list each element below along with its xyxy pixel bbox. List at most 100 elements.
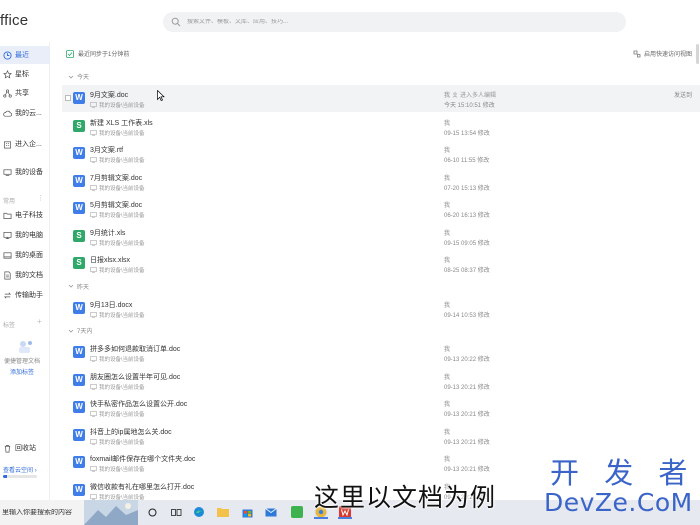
file-location-text: 我的设备\当前设备	[99, 439, 145, 446]
sidebar-item-label: 最近	[15, 52, 29, 59]
sidebar-item-my-desktop[interactable]: 我的桌面	[0, 246, 50, 264]
file-name[interactable]: 9月统计.xls	[90, 228, 125, 238]
file-owner: 我	[444, 93, 451, 99]
file-modified-time: 08-25 08:37 修改	[444, 268, 490, 274]
sidebar-item-label: 我的云...	[15, 110, 42, 117]
group-label: 昨天	[77, 284, 90, 291]
file-name[interactable]: foxmail邮件保存在哪个文件夹.doc	[90, 454, 195, 464]
file-owner: 我	[444, 148, 451, 154]
send-to-button[interactable]: 发送到	[674, 90, 692, 99]
file-owner: 我	[444, 258, 451, 264]
file-location-text: 我的设备\当前设备	[99, 213, 145, 219]
group-header[interactable]: 7天内	[68, 326, 92, 335]
file-row[interactable]: W 拼多多如何退款取消订单.doc 我的设备\当前设备 我 09-13 20:22 修改	[62, 339, 700, 366]
file-row[interactable]: W 9月文案.doc 我的设备\当前设备 我 进入多人编辑 今天 15:10:51 修改 发…	[62, 85, 700, 112]
add-tag-plus-button[interactable]: +	[37, 317, 42, 326]
file-name[interactable]: 拼多多如何退款取消订单.doc	[90, 344, 180, 354]
global-search-input[interactable]	[187, 19, 587, 25]
common-section-more-button[interactable]: ⋮	[37, 194, 44, 202]
multitask-icon	[170, 508, 181, 516]
sidebar-item-starred[interactable]: 星标	[0, 65, 50, 83]
device-small-icon	[90, 493, 97, 500]
file-name[interactable]: 新建 XLS 工作表.xls	[90, 118, 153, 128]
mouse-cursor-icon	[157, 90, 165, 101]
file-modified-time: 09-13 20:21 修改	[444, 412, 490, 418]
sidebar-item-label: 传输助手	[15, 292, 43, 299]
file-name[interactable]: 微信收款有礼在哪里怎么打开.doc	[90, 482, 194, 492]
file-name[interactable]: 朋友圈怎么设置半年可见.doc	[90, 372, 180, 382]
file-row[interactable]: W 快手私密作品怎么设置公开.doc 我的设备\当前设备 我 09-13 20:21 修…	[62, 394, 700, 421]
file-name[interactable]: 3月文案.rtf	[90, 145, 123, 155]
cloud-icon	[3, 110, 12, 117]
file-owner: 我	[444, 374, 451, 381]
task-view-button[interactable]	[145, 505, 159, 519]
device-small-icon	[90, 212, 97, 218]
file-location: 我的设备\当前设备	[90, 465, 145, 473]
tags-section-label: 标签	[3, 323, 16, 329]
mail-button[interactable]	[264, 505, 278, 519]
sidebar-item-my-documents[interactable]: 我的文档	[0, 266, 50, 284]
sidebar-item-enterprise[interactable]: 进入企...	[0, 135, 50, 153]
chevron-down-icon	[68, 329, 74, 333]
file-row[interactable]: S 9月统计.xls 我的设备\当前设备 我 09-15 09:05 修改	[62, 223, 700, 250]
file-name[interactable]: 9月13日.docx	[90, 300, 132, 310]
file-name[interactable]: 7月剪辑文案.doc	[90, 173, 142, 183]
sidebar-item-my-computer[interactable]: 我的电脑	[0, 226, 50, 244]
file-name[interactable]: 9月文案.doc	[90, 90, 128, 100]
group-header[interactable]: 今天	[68, 72, 89, 81]
file-location-text: 我的设备\当前设备	[99, 268, 145, 274]
file-row[interactable]: W 朋友圈怎么设置半年可见.doc 我的设备\当前设备 我 09-13 20:21 修改	[62, 367, 700, 394]
file-row[interactable]: W 9月13日.docx 我的设备\当前设备 我 09-14 10:53 修改	[62, 295, 700, 322]
users-icon	[452, 91, 458, 98]
file-row[interactable]: S 新建 XLS 工作表.xls 我的设备\当前设备 我 09-15 13:54 修改	[62, 113, 700, 140]
multi-user-edit-link[interactable]: 进入多人编辑	[452, 90, 496, 99]
sidebar-item-shared[interactable]: 共享	[0, 84, 50, 102]
file-name[interactable]: 日报xlsx.xlsx	[90, 255, 130, 265]
file-row[interactable]: W 3月文案.rtf 我的设备\当前设备 我 06-10 11:55 修改	[62, 140, 700, 167]
store-button[interactable]	[240, 505, 254, 519]
folder-explorer-icon	[217, 508, 229, 517]
vertical-scrollbar[interactable]	[696, 44, 699, 64]
word-document-file-icon: W	[73, 202, 85, 214]
add-tag-link[interactable]: 添加标签	[10, 367, 34, 376]
device-small-icon	[90, 239, 97, 246]
file-modified-time: 09-13 20:21 修改	[444, 467, 490, 473]
file-name[interactable]: 抖音上的ip属地怎么关.doc	[90, 427, 172, 437]
device-small-icon	[90, 157, 97, 163]
quick-view-toggle[interactable]: 启用快速访问视图	[633, 49, 692, 58]
row-checkbox[interactable]	[65, 95, 71, 101]
sidebar-item-electronics-folder[interactable]: 电子科技	[0, 206, 50, 224]
file-location: 我的设备\当前设备	[90, 438, 145, 446]
group-label: 今天	[77, 75, 90, 81]
sidebar-item-recent[interactable]: 最近	[0, 46, 50, 64]
file-owner: 我	[444, 457, 451, 463]
green-app-icon	[291, 506, 303, 518]
global-search-box[interactable]	[163, 12, 626, 32]
sidebar-item-my-cloud[interactable]: 我的云...	[0, 104, 50, 122]
file-explorer-button[interactable]	[216, 505, 230, 519]
sidebar-item-label: 我的桌面	[15, 252, 43, 259]
desktop-icon	[3, 251, 12, 259]
file-location-text: 我的设备\当前设备	[99, 158, 145, 164]
file-modified-time: 09-14 10:53 修改	[444, 312, 490, 319]
file-row[interactable]: S 日报xlsx.xlsx 我的设备\当前设备 我 08-25 08:37 修改	[62, 250, 700, 277]
file-row[interactable]: W 7月剪辑文案.doc 我的设备\当前设备 我 07-20 15:13 修改	[62, 168, 700, 195]
tag-illustration-icon	[19, 341, 32, 353]
taskbar-search-input[interactable]	[2, 509, 82, 516]
sidebar-item-transfer-assistant[interactable]: 传输助手	[0, 286, 50, 304]
app-button-green[interactable]	[290, 505, 304, 519]
multitask-button[interactable]	[169, 505, 183, 519]
edge-browser-button[interactable]	[192, 505, 206, 519]
file-location-text: 我的设备\当前设备	[99, 412, 145, 418]
file-name[interactable]: 5月剪辑文案.doc	[90, 200, 142, 210]
file-name[interactable]: 快手私密作品怎么设置公开.doc	[90, 399, 187, 409]
file-row[interactable]: W 抖音上的ip属地怎么关.doc 我的设备\当前设备 我 09-13 20:21 修改	[62, 422, 700, 449]
clock-icon	[3, 50, 12, 60]
view-cloud-storage-link[interactable]: 查看云空间 ›	[3, 465, 37, 474]
file-row[interactable]: W 5月剪辑文案.doc 我的设备\当前设备 我 06-20 16:13 修改	[62, 195, 700, 222]
word-document-file-icon: W	[73, 401, 85, 413]
sidebar-item-my-device[interactable]: 我的设备	[0, 163, 50, 181]
word-document-file-icon: W	[73, 428, 85, 441]
group-header[interactable]: 昨天	[68, 282, 89, 291]
sidebar-item-recycle-bin[interactable]: 回收站	[0, 439, 50, 457]
